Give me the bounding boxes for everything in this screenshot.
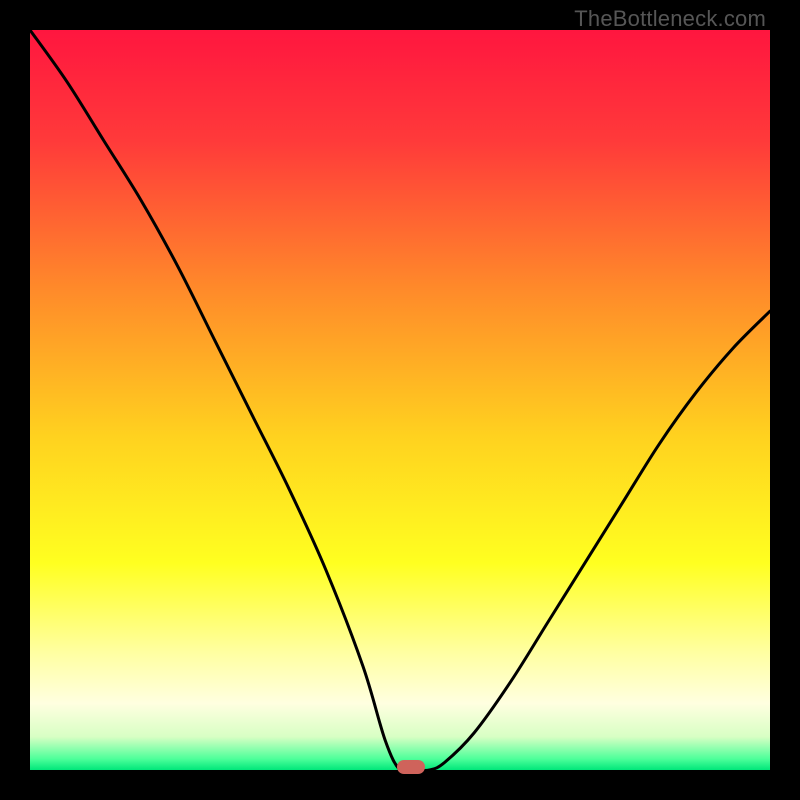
watermark-text: TheBottleneck.com (574, 6, 766, 32)
bottleneck-curve (30, 30, 770, 770)
optimal-point-marker (397, 760, 425, 774)
plot-frame (30, 30, 770, 770)
